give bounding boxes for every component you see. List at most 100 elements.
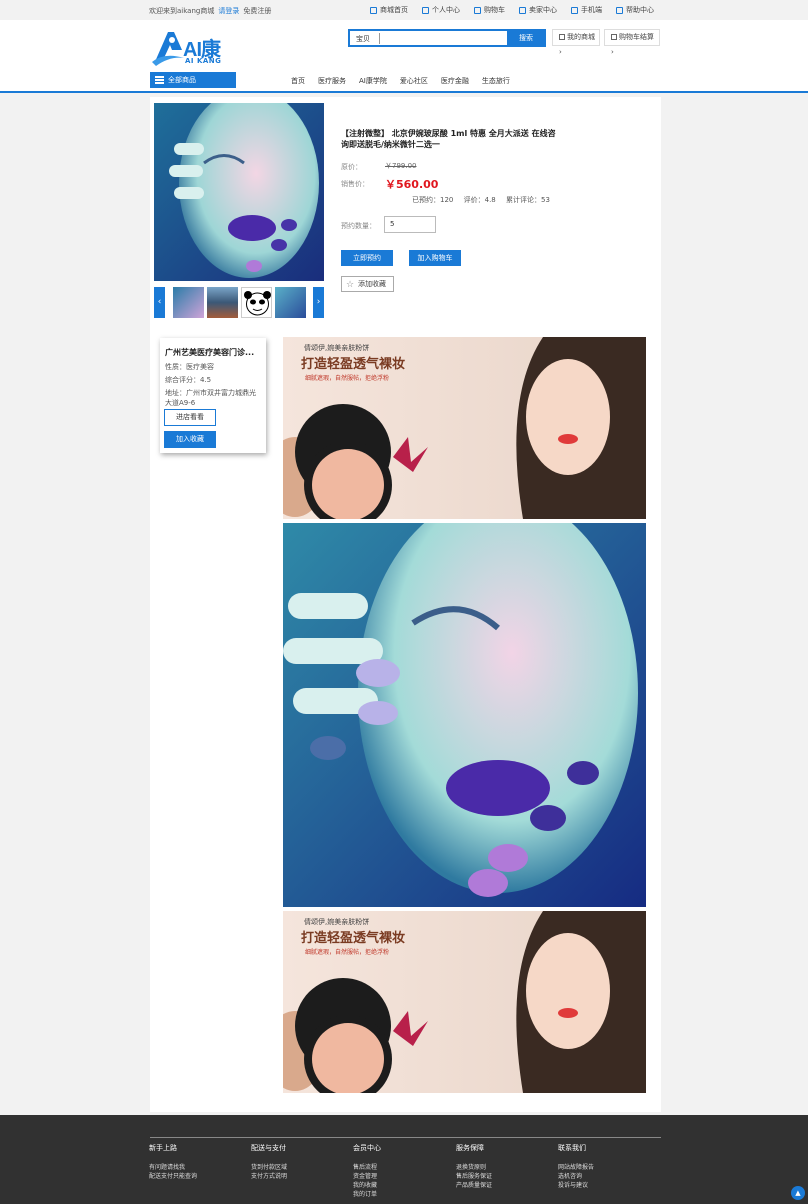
thumbnail-1[interactable] (173, 287, 204, 318)
footer-col-contact: 联系我们 网站故障报告 选机咨询 投诉与建议 (558, 1143, 594, 1190)
footer-heading: 服务保障 (456, 1144, 484, 1152)
user-icon (422, 6, 429, 14)
top-link-user[interactable]: 个人中心 (422, 5, 460, 15)
star-icon: ☆ (346, 280, 355, 290)
search-divider (379, 33, 380, 44)
register-link[interactable]: 免费注册 (243, 7, 271, 15)
help-icon (616, 6, 623, 14)
footer-link[interactable]: 投诉与建议 (558, 1181, 594, 1190)
banner-line-3: 细腻遮瑕，自然服帖，拒绝浮粉 (305, 949, 390, 956)
footer-link[interactable]: 货到付款区域 (251, 1163, 287, 1172)
add-favorite-label: 添加收藏 (358, 280, 386, 288)
top-link-label: 手机端 (581, 6, 602, 14)
phone-icon (571, 6, 578, 14)
footer-col-delivery: 配送与支付 货到付款区域 支付方式说明 (251, 1143, 287, 1181)
thumbnail-4[interactable] (275, 287, 306, 318)
shop-favorite-button[interactable]: 加入收藏 (164, 431, 216, 448)
nav-travel[interactable]: 生态旅行 (482, 76, 510, 86)
cart-icon (611, 34, 617, 40)
search-box[interactable]: 宝贝 搜索 (348, 29, 546, 47)
product-main-image (154, 103, 324, 281)
top-link-label: 购物车 (484, 6, 505, 14)
site-logo[interactable]: AI康 AI KANG (150, 28, 240, 68)
top-link-cart[interactable]: 购物车 (474, 5, 505, 15)
my-shop-button[interactable]: 我的商城 › (552, 29, 600, 56)
footer-link[interactable]: 资金管理 (353, 1172, 381, 1181)
top-link-help[interactable]: 帮助中心 (616, 5, 654, 15)
footer-heading: 会员中心 (353, 1144, 381, 1152)
footer-link[interactable]: 售后流程 (353, 1163, 381, 1172)
promo-banner-1: 倩颂伊,婉美亲肤粉饼 打造轻盈透气裸妆 细腻遮瑕，自然服帖，拒绝浮粉 (283, 337, 646, 519)
home-icon (370, 6, 377, 14)
chevron-up-icon: ▲ (795, 1189, 801, 1197)
menu-icon (155, 76, 164, 84)
quantity-input[interactable]: 5 (384, 216, 436, 233)
shop-icon (559, 34, 565, 40)
top-link-home[interactable]: 商城首页 (370, 5, 408, 15)
footer-link[interactable]: 配送支付只能查询 (149, 1172, 197, 1181)
thumb-prev-button[interactable]: ‹ (154, 287, 165, 318)
all-categories-button[interactable]: 全部商品 (150, 72, 236, 88)
top-link-label: 个人中心 (432, 6, 460, 14)
search-button[interactable]: 搜索 (507, 29, 545, 47)
promo-banner-2 (283, 523, 646, 907)
review-count: 累计评论：53 (505, 196, 550, 204)
nav-home[interactable]: 首页 (291, 76, 305, 86)
thumbnail-3[interactable] (241, 287, 272, 318)
footer-link[interactable]: 产品质量保证 (456, 1181, 492, 1190)
cart-icon (474, 6, 481, 14)
footer-col-service: 服务保障 退换货原则 售后服务保证 产品质量保证 (456, 1143, 492, 1190)
footer-link[interactable]: 有问题请找我 (149, 1163, 197, 1172)
banner-line-1: 倩颂伊,婉美亲肤粉饼 (304, 918, 370, 926)
nav-medical[interactable]: 医疗服务 (318, 76, 346, 86)
back-to-top-button[interactable]: ▲ (791, 1186, 805, 1200)
cart-checkout-button[interactable]: 购物车结算 › (604, 29, 660, 56)
footer-link[interactable]: 售后服务保证 (456, 1172, 492, 1181)
main-nav: 首页 医疗服务 AI康学院 爱心社区 医疗金融 生态旅行 (291, 76, 523, 86)
panda-face-icon (244, 291, 271, 316)
rating-value: 评价：4.8 (463, 196, 496, 204)
site-footer: 新手上路 有问题请找我 配送支付只能查询 配送与支付 货到付款区域 支付方式说明… (0, 1115, 808, 1204)
nav-community[interactable]: 爱心社区 (400, 76, 428, 86)
shop-address: 地址：广州市双井富力城鼎光大道A9-6 (165, 389, 256, 407)
login-link[interactable]: 请登录 (218, 7, 239, 15)
shop-name[interactable]: 广州艺美医疗美容门诊... (165, 347, 262, 358)
product-title: 【注射微整】 北京伊婉玻尿酸 1ml 特惠 全月大派送 在线咨询即送脱毛/纳米微… (341, 129, 556, 149)
quantity-label: 预约数量： (341, 222, 376, 230)
top-link-mobile[interactable]: 手机端 (571, 5, 602, 15)
footer-divider (150, 1137, 661, 1138)
top-link-label: 商城首页 (380, 6, 408, 14)
thumb-next-button[interactable]: › (313, 287, 324, 318)
original-price: ￥799.00 (385, 162, 417, 170)
footer-link[interactable]: 网站故障报告 (558, 1163, 594, 1172)
nav-finance[interactable]: 医疗金融 (441, 76, 469, 86)
banner-line-2: 打造轻盈透气裸妆 (301, 931, 406, 946)
footer-col-newbie: 新手上路 有问题请找我 配送支付只能查询 (149, 1143, 197, 1181)
footer-heading: 配送与支付 (251, 1144, 286, 1152)
welcome-bar: 欢迎来到aikang商城 请登录 免费注册 (149, 6, 271, 16)
sale-price-label: 销售价： (341, 180, 369, 188)
footer-link[interactable]: 我的订单 (353, 1190, 381, 1199)
booked-count: 已预约：120 (412, 196, 454, 204)
shop-nature: 性质：医疗美容 (165, 363, 214, 371)
search-category[interactable]: 宝贝 (356, 34, 370, 44)
add-favorite-button[interactable]: ☆ 添加收藏 (341, 276, 394, 292)
top-bar: 欢迎来到aikang商城 请登录 免费注册 商城首页 个人中心 购物车 卖家中心 手… (0, 0, 808, 20)
enter-shop-button[interactable]: 进店看看 (164, 409, 216, 426)
nav-academy[interactable]: AI康学院 (359, 76, 387, 86)
add-to-cart-button[interactable]: 加入购物车 (409, 250, 461, 266)
book-now-button[interactable]: 立即预约 (341, 250, 393, 266)
footer-link[interactable]: 选机咨询 (558, 1172, 594, 1181)
product-detail: ‹ › 【注射微整】 北京伊婉玻尿酸 1ml 特惠 全月大派送 在线咨询即送脱毛… (150, 97, 661, 1112)
product-stats: 已预约：120 评价：4.8 累计评论：53 (412, 195, 558, 205)
thumbnail-2[interactable] (207, 287, 238, 318)
top-link-seller[interactable]: 卖家中心 (519, 5, 557, 15)
footer-link[interactable]: 支付方式说明 (251, 1172, 287, 1181)
my-shop-label: 我的商城 (567, 33, 595, 41)
footer-heading: 联系我们 (558, 1144, 586, 1152)
footer-link[interactable]: 我的收藏 (353, 1181, 381, 1190)
banner-line-2: 打造轻盈透气裸妆 (301, 357, 406, 372)
site-header: AI康 AI KANG 宝贝 搜索 我的商城 › 购物车结算 › 全部商品 首页… (0, 20, 808, 93)
footer-link[interactable]: 退换货原则 (456, 1163, 492, 1172)
footer-col-member: 会员中心 售后流程 资金管理 我的收藏 我的订单 (353, 1143, 381, 1199)
